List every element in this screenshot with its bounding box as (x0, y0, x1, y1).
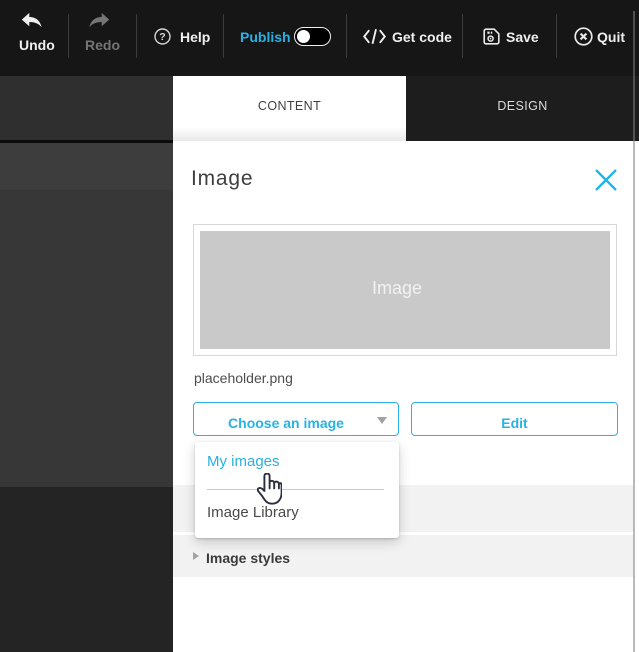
svg-text:?: ? (159, 31, 165, 43)
